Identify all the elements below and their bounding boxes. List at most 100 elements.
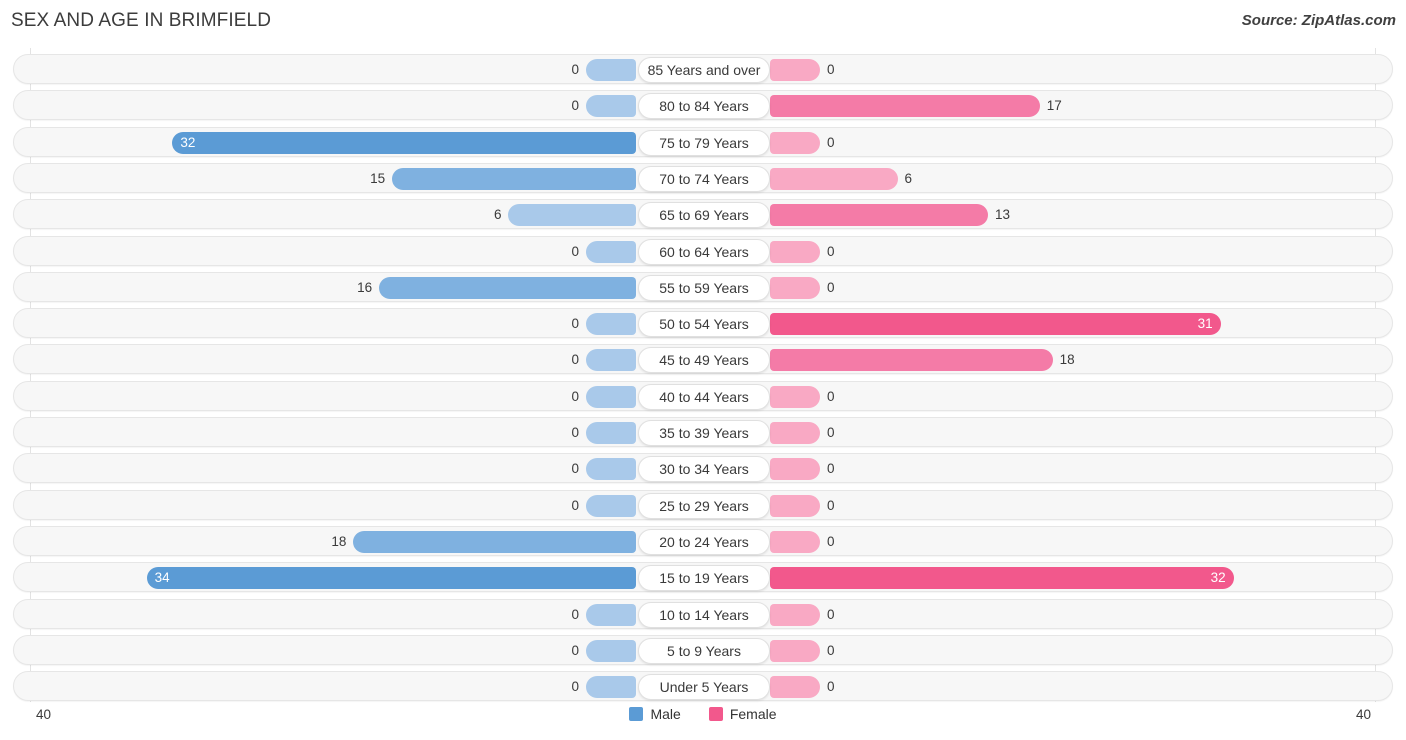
male-bar[interactable]	[146, 567, 636, 590]
table-row[interactable]: 0 0 85 Years and over	[13, 54, 1393, 84]
table-row[interactable]: 18 0 20 to 24 Years	[13, 525, 1393, 556]
age-group-label: 30 to 34 Years	[638, 456, 770, 483]
male-value-label: 0	[571, 497, 579, 513]
age-group-label: 65 to 69 Years	[638, 202, 770, 229]
source-attribution: Source: ZipAtlas.com	[1241, 12, 1396, 29]
female-bar[interactable]	[770, 59, 820, 81]
female-bar[interactable]	[770, 494, 820, 517]
table-row[interactable]: 0 17 80 to 84 Years	[13, 90, 1393, 121]
age-group-label: 35 to 39 Years	[638, 420, 770, 446]
age-group-label: 25 to 29 Years	[638, 492, 770, 519]
female-value-label: 0	[827, 679, 835, 695]
age-group-label: 10 to 14 Years	[638, 601, 770, 628]
table-row[interactable]: 32 0 75 to 79 Years	[13, 126, 1393, 157]
legend-swatch-icon	[629, 707, 644, 721]
page-title: SEX AND AGE IN BRIMFIELD	[11, 10, 272, 31]
male-value-label: 0	[571, 98, 579, 114]
female-bar[interactable]	[770, 458, 820, 481]
table-row[interactable]: 0 0 40 to 44 Years	[13, 380, 1393, 411]
female-bar[interactable]	[770, 567, 1234, 590]
legend-label: Male	[650, 706, 681, 722]
age-group-label: 15 to 19 Years	[638, 565, 770, 592]
female-bar[interactable]	[770, 639, 820, 662]
female-value-label: 32	[1210, 570, 1226, 586]
table-row[interactable]: 0 0 30 to 34 Years	[13, 453, 1393, 484]
male-value-label: 0	[571, 461, 579, 477]
male-bar[interactable]	[379, 276, 636, 299]
male-bar[interactable]	[586, 95, 636, 118]
legend-item-male[interactable]: Male	[629, 706, 681, 722]
table-row[interactable]: 15 6 70 to 74 Years	[13, 162, 1393, 193]
female-value-label: 0	[827, 606, 835, 622]
table-row[interactable]: 16 0 55 to 59 Years	[13, 271, 1393, 302]
female-bar[interactable]	[770, 131, 820, 154]
male-bar[interactable]	[586, 422, 636, 444]
male-value-label: 0	[571, 642, 579, 658]
age-group-label: 55 to 59 Years	[638, 274, 770, 301]
male-value-label: 0	[571, 679, 579, 695]
female-value-label: 0	[827, 425, 835, 440]
female-bar[interactable]	[770, 276, 820, 299]
female-bar[interactable]	[770, 530, 820, 553]
table-row[interactable]: 0 18 45 to 49 Years	[13, 344, 1393, 375]
male-bar[interactable]	[586, 458, 636, 481]
female-bar[interactable]	[770, 240, 820, 263]
male-bar[interactable]	[586, 349, 636, 372]
female-bar[interactable]	[770, 422, 820, 444]
male-bar[interactable]	[172, 131, 636, 154]
age-group-label: 50 to 54 Years	[638, 311, 770, 338]
male-value-label: 0	[571, 388, 579, 404]
female-bar[interactable]	[770, 603, 820, 626]
female-bar[interactable]	[770, 349, 1053, 372]
male-value-label: 32	[180, 134, 196, 150]
male-bar[interactable]	[586, 676, 636, 699]
table-row[interactable]: 6 13 65 to 69 Years	[13, 199, 1393, 230]
legend-item-female[interactable]: Female	[708, 706, 777, 722]
male-bar[interactable]	[586, 240, 636, 263]
table-row[interactable]: 0 0 35 to 39 Years	[13, 417, 1393, 447]
female-bar[interactable]	[770, 313, 1221, 336]
male-bar[interactable]	[586, 639, 636, 662]
table-row[interactable]: 0 0 10 to 14 Years	[13, 598, 1393, 629]
table-row[interactable]: 0 0 5 to 9 Years	[13, 634, 1393, 665]
female-bar[interactable]	[770, 676, 820, 699]
male-value-label: 0	[571, 425, 579, 440]
age-group-label: 45 to 49 Years	[638, 347, 770, 374]
male-bar[interactable]	[586, 385, 636, 408]
female-bar[interactable]	[770, 385, 820, 408]
male-bar[interactable]	[586, 603, 636, 626]
age-group-label: 40 to 44 Years	[638, 383, 770, 410]
female-value-label: 0	[827, 62, 835, 77]
male-value-label: 34	[154, 570, 170, 586]
table-row[interactable]: 0 31 50 to 54 Years	[13, 308, 1393, 339]
chart-legend: Male Female	[0, 706, 1406, 722]
male-value-label: 0	[571, 606, 579, 622]
female-value-label: 13	[995, 207, 1011, 223]
table-row[interactable]: 0 0 Under 5 Years	[13, 671, 1393, 702]
table-row[interactable]: 0 0 25 to 29 Years	[13, 489, 1393, 520]
age-group-label: 75 to 79 Years	[638, 129, 770, 156]
female-bar[interactable]	[770, 167, 898, 190]
table-row[interactable]: 34 32 15 to 19 Years	[13, 562, 1393, 593]
male-value-label: 0	[571, 316, 579, 332]
female-value-label: 6	[904, 170, 913, 186]
male-value-label: 0	[571, 243, 579, 259]
pyramid-plot-area: 0 0 85 Years and over 0 17 80 to 84 Years 32 0 7…	[0, 46, 1406, 702]
female-value-label: 0	[827, 461, 835, 477]
age-group-label: 5 to 9 Years	[638, 637, 770, 664]
table-row[interactable]: 0 0 60 to 64 Years	[13, 235, 1393, 266]
male-value-label: 0	[571, 62, 579, 77]
male-bar[interactable]	[392, 167, 636, 190]
female-bar[interactable]	[770, 204, 989, 227]
male-bar[interactable]	[353, 530, 636, 553]
chart-header: SEX AND AGE IN BRIMFIELD Source: ZipAtla…	[0, 0, 1406, 46]
male-bar[interactable]	[508, 204, 636, 227]
male-bar[interactable]	[586, 494, 636, 517]
female-bar[interactable]	[770, 95, 1040, 118]
male-bar[interactable]	[586, 59, 636, 81]
female-value-label: 0	[827, 642, 835, 658]
age-group-label: 60 to 64 Years	[638, 238, 770, 265]
male-bar[interactable]	[586, 313, 636, 336]
female-value-label: 31	[1197, 316, 1213, 332]
age-group-label: 80 to 84 Years	[638, 93, 770, 120]
